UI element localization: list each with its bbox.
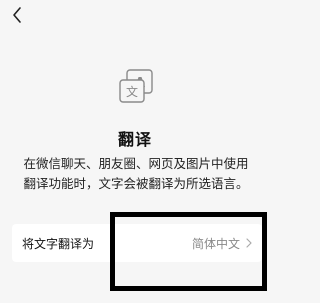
description-line-1: 在微信聊天、朋友圈、网页及图片中使用 (23, 156, 249, 171)
setting-label: 将文字翻译为 (22, 236, 95, 251)
translate-icon: A 文 (116, 66, 156, 106)
chevron-left-icon (11, 6, 23, 28)
back-button[interactable] (6, 4, 28, 30)
setting-value: 简体中文 (191, 236, 240, 251)
translate-to-setting-row[interactable]: 将文字翻译为 简体中文 (12, 224, 262, 262)
icon-letter-wen: 文 (126, 84, 138, 99)
feature-description: 在微信聊天、朋友圈、网页及图片中使用 翻译功能时，文字会被翻译为所选语言。 (18, 154, 254, 194)
chevron-right-icon (246, 238, 252, 248)
page-title: 翻译 (117, 130, 152, 149)
setting-value-group: 简体中文 (192, 235, 252, 252)
description-line-2: 翻译功能时，文字会被翻译为所选语言。 (23, 176, 249, 191)
